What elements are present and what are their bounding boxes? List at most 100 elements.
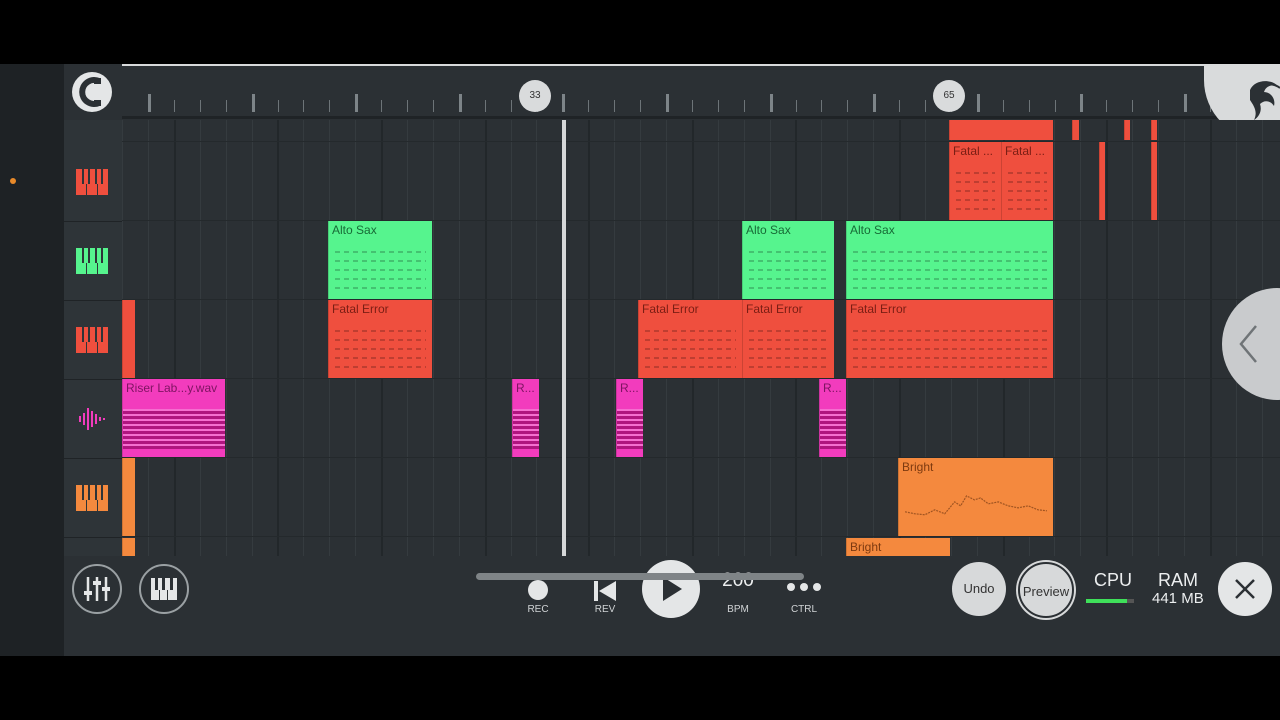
clip-alto-sax-1[interactable]: Alto Sax [328,221,432,299]
clip-red-top[interactable] [949,120,1053,140]
clip-notes [645,326,736,368]
record-button[interactable] [528,580,548,600]
close-button[interactable] [1218,562,1272,616]
clip-riser-short-2[interactable]: R... [616,379,643,457]
undo-button[interactable]: Undo [952,562,1006,616]
grid-beat-line [432,120,434,556]
grid-bar-line [1209,120,1212,556]
snap-magnet-button[interactable] [72,72,112,112]
rec-label: REC [527,604,549,615]
track-header-4[interactable] [64,379,122,459]
clip-red-sliver[interactable] [1151,142,1157,220]
ruler-tick [717,100,719,112]
more-dots-icon[interactable] [786,582,822,592]
clip-fatal-error-3[interactable]: Fatal Error [742,300,834,378]
ctrl-label: CTRL [790,604,818,615]
preview-button[interactable]: Preview [1018,562,1074,618]
clip-bright-2[interactable]: Bright [846,538,950,556]
clip-red-sliver[interactable] [1124,120,1130,140]
clip-fatal-short-1[interactable]: Fatal ... [949,142,1001,220]
rewind-icon[interactable] [592,580,618,602]
clip-notes [853,326,1047,368]
track-header-2[interactable] [64,221,122,301]
play-button[interactable] [642,560,700,618]
ruler-major-tick [1184,94,1187,112]
grid-beat-line [1054,120,1056,556]
ruler-tick [510,100,512,112]
clip-fatal-error-2[interactable]: Fatal Error [638,300,742,378]
clip-orange-start[interactable] [122,458,135,536]
track-header-5[interactable] [64,458,122,538]
ruler-tick [329,100,331,112]
clip-notes [335,247,426,289]
bar-marker-33[interactable]: 33 [519,80,551,112]
clip-fatal-error-1[interactable]: Fatal Error [328,300,432,378]
grid-beat-line [199,120,201,556]
ruler-tick [199,100,201,112]
piano-icon [151,578,177,600]
ram-label: RAM [1158,570,1198,590]
ruler-tick [821,100,823,112]
orange-indicator-dot [10,178,16,184]
ruler-tick [847,100,849,112]
ram-value: 441 MB [1152,590,1204,607]
cpu-meter [1086,599,1134,603]
ruler-tick [899,100,901,112]
grid-beat-line [1183,120,1185,556]
ruler-tick [303,100,305,112]
clip-label: Alto Sax [746,223,791,237]
clip-label: Bright [902,460,934,474]
clip-orange-start-2[interactable] [122,538,135,556]
cpu-meter-fill [1086,599,1127,603]
track-header-3[interactable] [64,300,122,380]
piano-keys-icon [76,169,108,195]
clip-bright-1[interactable]: Bright [898,458,1053,536]
grid-bar-line [1106,120,1109,556]
ruler-major-tick [976,94,980,112]
clip-red-sliver[interactable] [1151,120,1157,140]
grid-beat-line [303,120,305,556]
track-header-1[interactable] [64,142,122,222]
cpu-label: CPU [1094,570,1133,590]
clip-red-sliver[interactable] [1072,120,1079,140]
grid-beat-line [225,120,227,556]
clip-alto-sax-2[interactable]: Alto Sax [742,221,834,299]
track-headers [64,120,122,556]
ruler-tick [381,100,383,112]
piano-roll-button[interactable] [139,564,189,614]
ruler-tick [407,100,408,112]
bar-marker-65[interactable]: 65 [933,80,965,112]
piano-keys-icon [76,485,108,511]
clip-fatal-error-4[interactable]: Fatal Error [846,300,1053,378]
clip-riser-wav[interactable]: Riser Lab...y.wav [122,379,225,457]
clip-notes [1008,168,1047,210]
clip-label: R... [516,381,535,395]
clip-notes [335,326,426,368]
grid-beat-line [147,120,149,556]
clip-waveform [513,409,539,449]
track-divider [122,536,1280,537]
clip-waveform [123,409,225,449]
ruler-tick [173,100,175,112]
clip-red-sliver[interactable] [1099,142,1105,220]
rev-label: REV [594,604,616,615]
ruler-tick [1002,100,1004,112]
grid-beat-line [510,120,512,556]
timeline-ruler[interactable]: 33 65 [64,64,1280,140]
system-navigation-bar[interactable] [476,573,804,580]
playhead[interactable] [562,120,566,556]
timeline-scroll-bar[interactable] [122,64,1280,66]
ruler-major-tick [1080,94,1084,112]
clip-riser-short-3[interactable]: R... [819,379,846,457]
chevron-left-icon [1239,325,1257,363]
clip-riser-short-1[interactable]: R... [512,379,539,457]
ruler-major-tick [873,94,877,112]
clip-alto-sax-3[interactable]: Alto Sax [846,221,1053,299]
grid-beat-line [1158,120,1159,556]
mixer-button[interactable] [72,564,122,614]
grid-beat-line [1132,120,1134,556]
clip-red-start[interactable] [122,300,135,378]
clip-notes [749,247,828,289]
playlist-grid[interactable]: Fatal ... Fatal ... Alto Sax Alto Sax Al… [122,120,1280,556]
clip-fatal-short-2[interactable]: Fatal ... [1001,142,1053,220]
